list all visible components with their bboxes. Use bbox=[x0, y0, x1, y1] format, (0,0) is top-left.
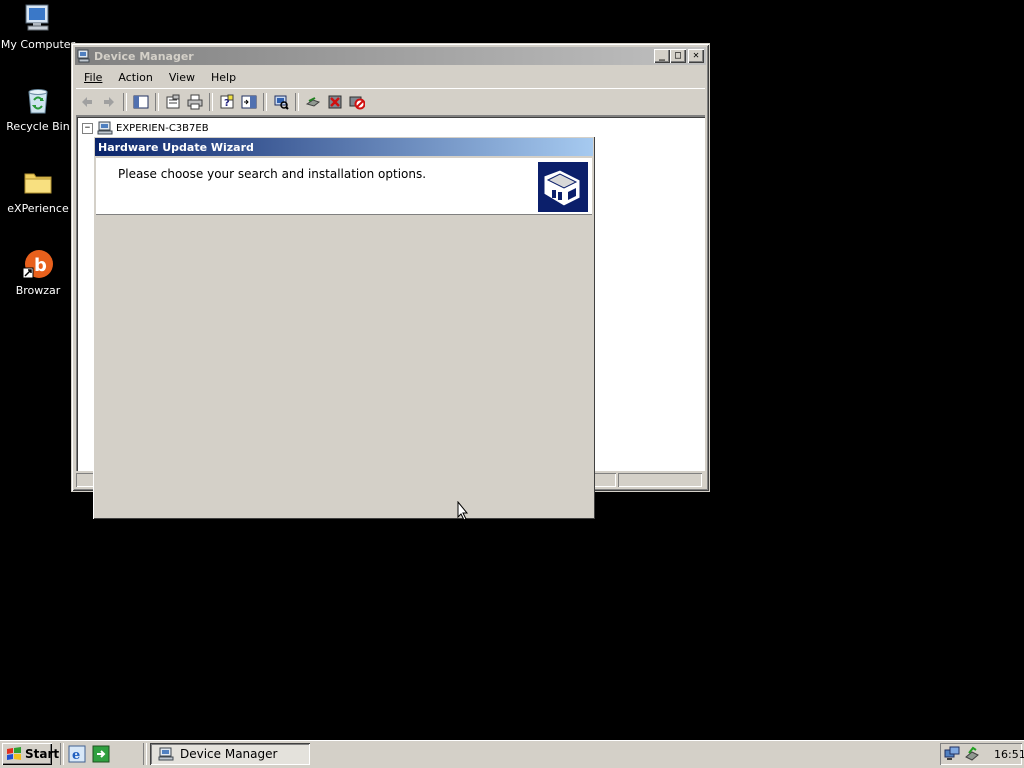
disable-icon[interactable] bbox=[346, 91, 368, 113]
toolbar-separator bbox=[209, 93, 213, 111]
tree-root-label: EXPERIEN-C3B7EB bbox=[116, 122, 209, 134]
svg-text:b: b bbox=[34, 255, 47, 276]
taskbar-divider bbox=[60, 743, 64, 765]
forward-icon[interactable] bbox=[98, 91, 120, 113]
recycle-bin-icon bbox=[22, 84, 54, 116]
menu-view[interactable]: View bbox=[161, 71, 203, 84]
back-icon[interactable] bbox=[76, 91, 98, 113]
desktop-icon-my-computer[interactable]: My Computer bbox=[0, 2, 76, 51]
tree-item-computer[interactable]: − EXPERIEN-C3B7EB bbox=[82, 121, 209, 135]
minimize-button[interactable]: _ bbox=[654, 49, 670, 63]
menu-help[interactable]: Help bbox=[203, 71, 244, 84]
maximize-button[interactable]: □ bbox=[670, 49, 686, 63]
safely-remove-hardware-icon[interactable] bbox=[964, 746, 980, 762]
toolbar-separator bbox=[263, 93, 267, 111]
toolbar-separator bbox=[155, 93, 159, 111]
properties-icon[interactable] bbox=[162, 91, 184, 113]
hardware-card-icon bbox=[538, 162, 588, 212]
toolbar-separator bbox=[295, 93, 299, 111]
taskbar-button-label: Device Manager bbox=[180, 747, 278, 761]
windows-logo-icon bbox=[6, 747, 22, 761]
desktop-icon-label: eXPerience bbox=[7, 202, 69, 215]
menu-file[interactable]: File bbox=[76, 71, 110, 84]
computer-icon bbox=[97, 121, 113, 135]
device-manager-icon bbox=[158, 747, 174, 761]
folder-icon bbox=[22, 166, 54, 198]
start-label: Start bbox=[25, 747, 60, 761]
wizard-titlebar[interactable]: Hardware Update Wizard bbox=[95, 138, 593, 156]
window-title: Device Manager bbox=[94, 49, 194, 63]
wizard-header: Please choose your search and installati… bbox=[96, 158, 592, 215]
desktop-icon-label: My Computer bbox=[0, 38, 76, 51]
mouse-cursor-icon bbox=[457, 500, 469, 521]
desktop-icon-recycle-bin[interactable]: Recycle Bin bbox=[0, 84, 76, 133]
toolbar-separator bbox=[123, 93, 127, 111]
desktop-icon-browzar[interactable]: b Browzar bbox=[0, 248, 76, 297]
internet-explorer-icon[interactable]: e bbox=[68, 745, 86, 763]
browzar-icon: b bbox=[22, 248, 54, 280]
my-computer-icon bbox=[22, 2, 54, 34]
desktop-icon-label: Recycle Bin bbox=[6, 120, 70, 133]
system-tray: 16:51 bbox=[940, 743, 1024, 765]
scan-hardware-icon[interactable] bbox=[270, 91, 292, 113]
taskbar-button-device-manager[interactable]: Device Manager bbox=[150, 743, 310, 765]
show-desktop-icon[interactable] bbox=[92, 745, 110, 763]
wizard-heading: Please choose your search and installati… bbox=[118, 167, 427, 181]
update-driver-icon[interactable] bbox=[302, 91, 324, 113]
network-icon[interactable] bbox=[944, 746, 960, 762]
desktop-icon-experience[interactable]: eXPerience bbox=[0, 166, 76, 215]
print-icon[interactable] bbox=[184, 91, 206, 113]
menu-action[interactable]: Action bbox=[110, 71, 160, 84]
desktop-icon-label: Browzar bbox=[15, 284, 61, 297]
toolbar: ? bbox=[76, 88, 705, 116]
start-button[interactable]: Start bbox=[2, 743, 59, 765]
tree-expander[interactable]: − bbox=[82, 122, 93, 134]
menu-bar: File Action View Help bbox=[76, 68, 705, 87]
clock[interactable]: 16:51 bbox=[994, 748, 1024, 761]
taskbar: Start e Device Manager 16:51 bbox=[0, 740, 1024, 768]
uninstall-icon[interactable] bbox=[324, 91, 346, 113]
help-icon[interactable]: ? bbox=[216, 91, 238, 113]
svg-text:e: e bbox=[72, 748, 80, 763]
export-list-icon[interactable] bbox=[238, 91, 260, 113]
wizard-title: Hardware Update Wizard bbox=[98, 140, 254, 154]
status-cell bbox=[618, 473, 702, 487]
device-manager-titlebar[interactable]: Device Manager _ □ ✕ bbox=[75, 47, 706, 65]
hardware-update-wizard[interactable]: Hardware Update Wizard Please choose you… bbox=[93, 136, 595, 519]
show-hide-tree-icon[interactable] bbox=[130, 91, 152, 113]
device-manager-icon bbox=[77, 49, 91, 63]
close-button[interactable]: ✕ bbox=[688, 49, 704, 63]
taskbar-divider bbox=[143, 743, 147, 765]
